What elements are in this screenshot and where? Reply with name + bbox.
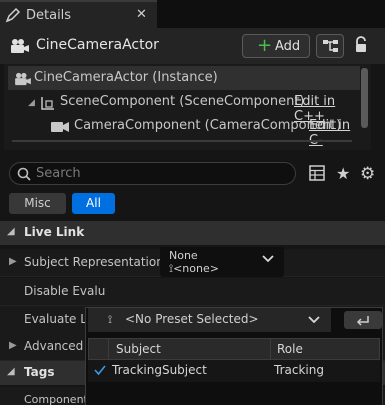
blueprint-button[interactable] [316,34,344,58]
table-view-icon[interactable] [309,165,325,181]
filter-misc[interactable]: Misc [9,193,66,214]
back-button[interactable] [344,311,382,329]
scene-component-icon [40,95,56,111]
tree-row-scene[interactable]: ◢ SceneComponent (SceneComponent) Edit i… [8,90,360,124]
table-header: Subject Role [88,338,380,361]
cell-subject: TrackingSubject [112,363,207,377]
star-icon[interactable]: ★ [336,164,350,183]
live-link-icon: ⟟ [108,313,113,326]
search-icon [17,167,31,181]
camera-actor-icon [10,38,30,54]
column-divider [108,339,109,361]
property-label: Advanced [24,339,84,353]
actor-title: CineCameraActor [36,37,159,53]
tree-row-instance[interactable]: CineCameraActor (Instance) [8,66,360,90]
value-label: None [169,249,198,262]
section-live-link[interactable]: ◢ Live Link [0,221,385,245]
tree-scrollbar[interactable] [361,68,368,128]
camera-component-icon [50,121,70,133]
tree-divider [12,140,352,142]
add-component-button[interactable]: + Add [242,34,310,58]
add-label: Add [275,39,301,54]
property-row: Disable Evalu [0,278,385,306]
tree-scene-label: SceneComponent (SceneComponent) [60,94,305,109]
subject-representation-dropdown[interactable]: None ⟟<none> [160,247,284,277]
edit-in-cpp-link[interactable]: Edit in C- [309,118,360,148]
gear-icon[interactable]: ⚙ [360,164,375,184]
tree-instance-label: CineCameraActor (Instance) [34,70,218,85]
cell-role: Tracking [274,363,324,377]
column-subject[interactable]: Subject [116,342,161,356]
expand-arrow-icon[interactable]: ▶ [9,340,17,351]
expanded-arrow-icon: ◢ [7,226,15,237]
close-icon[interactable]: ✕ [136,7,147,22]
column-divider [270,339,271,361]
search-input[interactable] [36,165,286,182]
subject-table: Subject Role TrackingSubject Tracking [88,338,380,405]
blueprint-icon [322,39,340,53]
section-title: Tags [24,365,55,379]
subject-picker-popup: ⟟ <No Preset Selected> Subject Role Trac… [85,307,383,405]
property-label: Subject Representation [24,255,164,269]
lock-icon[interactable] [353,36,369,54]
checkmark-icon [94,364,106,376]
section-title: Live Link [24,225,85,239]
value-none: <none> [173,262,219,275]
table-row[interactable]: TrackingSubject Tracking [88,360,380,382]
preset-combo[interactable]: ⟟ <No Preset Selected> [88,308,331,332]
tab-details[interactable]: Details ✕ [0,0,157,28]
actor-header: CineCameraActor + Add [0,28,385,64]
tree-row-camera[interactable]: CameraComponent (CameraComponent) Edit i… [8,114,360,148]
collapse-arrow-icon[interactable]: ◢ [28,98,35,108]
pencil-icon [5,7,21,23]
expanded-arrow-icon: ◢ [7,366,15,377]
plus-icon: + [257,35,273,56]
search-box[interactable] [9,162,296,185]
chevron-down-icon [262,254,274,264]
chevron-down-icon [308,315,320,325]
preset-label: <No Preset Selected> [125,312,259,326]
camera-actor-icon [14,72,32,86]
tab-label: Details [26,8,72,23]
column-role[interactable]: Role [277,342,303,356]
back-arrow-icon [356,314,370,326]
filter-all[interactable]: All [72,193,115,214]
value-text: ⟟<none> [169,262,219,276]
property-label: Disable Evalu [24,284,106,298]
expand-arrow-icon[interactable]: ▶ [9,256,17,267]
tree-camera-label: CameraComponent (CameraComponent) [74,118,342,133]
component-tree: CineCameraActor (Instance) ◢ SceneCompon… [4,64,371,150]
